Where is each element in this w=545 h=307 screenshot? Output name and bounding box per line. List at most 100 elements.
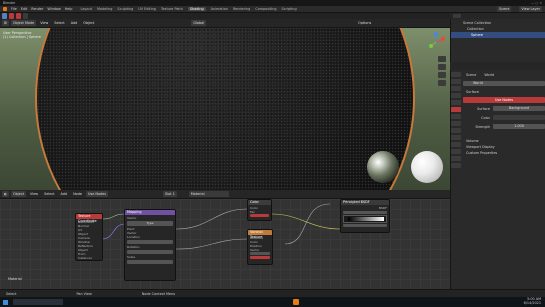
surface-panel-header[interactable]: Surface <box>463 89 545 95</box>
strength-field[interactable]: 1.000 <box>493 124 545 129</box>
modifier-tab-icon[interactable] <box>451 121 461 126</box>
menu-file[interactable]: File <box>11 7 17 11</box>
pan-icon[interactable] <box>438 64 446 70</box>
view-layer-field[interactable]: View Layer <box>519 6 542 12</box>
node-mapping[interactable]: Mapping Vector Type Point Vector Locatio… <box>124 209 176 281</box>
data-tab-icon[interactable] <box>451 149 461 154</box>
particles-tab-icon[interactable] <box>451 128 461 133</box>
outliner-editor-type-icon[interactable] <box>453 13 461 18</box>
node-field[interactable] <box>250 214 269 217</box>
tab-uv-editing[interactable]: UV Editing <box>138 7 156 11</box>
node-field[interactable] <box>250 252 270 255</box>
view-menu[interactable]: View <box>38 20 50 26</box>
start-icon[interactable] <box>3 299 8 305</box>
status-select: Select <box>6 291 17 296</box>
view-layer-tab-icon[interactable] <box>451 93 461 98</box>
surface-shader-field[interactable]: Background <box>493 106 545 111</box>
node-field[interactable]: Type <box>127 221 173 226</box>
editor-type-icon[interactable]: ⊞ <box>2 20 9 26</box>
object-tab-icon[interactable] <box>451 114 461 119</box>
blender-taskbar-icon[interactable] <box>293 299 299 305</box>
scene-tab-icon[interactable] <box>451 100 461 105</box>
physics-tab-icon[interactable] <box>451 135 461 140</box>
taskbar-clock: 5:00 AM 6/14/2021 <box>524 298 541 305</box>
texture-tab-icon[interactable] <box>451 163 461 168</box>
navigation-gizmo[interactable] <box>425 31 447 53</box>
material-dropdown[interactable]: Material <box>188 191 229 197</box>
tab-compositing[interactable]: Compositing <box>255 7 276 11</box>
node-principled-bsdf[interactable]: Principled BSDF BSDF <box>340 199 390 233</box>
tab-animation[interactable]: Animation <box>211 7 228 11</box>
node-select-menu[interactable]: Select <box>42 191 56 197</box>
zoom-icon[interactable] <box>438 56 446 62</box>
node-field[interactable] <box>127 240 173 244</box>
render-tab-icon[interactable] <box>451 79 461 84</box>
node-field[interactable] <box>127 260 173 264</box>
strength-row: Strength 1.000 <box>463 123 545 130</box>
node-node-menu[interactable]: Node <box>71 191 84 197</box>
menu-help[interactable]: Help <box>65 7 73 11</box>
node-editor-canvas[interactable]: Texture Coordinate Generated Normal UV O… <box>0 199 450 289</box>
slot-dropdown[interactable]: Slot 1 <box>163 191 177 197</box>
tool-tab-icon[interactable] <box>451 72 461 77</box>
node-socket[interactable]: BSDF <box>343 206 387 210</box>
node-field[interactable] <box>250 256 270 259</box>
world-tab-icon[interactable] <box>451 107 461 112</box>
outliner-sphere[interactable]: Sphere <box>451 32 545 38</box>
transform-orientation-dropdown[interactable]: Global <box>191 20 207 26</box>
tab-scripting[interactable]: Scripting <box>282 7 297 11</box>
window-controls[interactable]: — ▢ ✕ <box>531 1 542 5</box>
tab-rendering[interactable]: Rendering <box>233 7 250 11</box>
node-voronoi-texture[interactable]: Voronoi Texture Distance Color Position … <box>247 229 273 265</box>
tab-modeling[interactable]: Modeling <box>97 7 112 11</box>
object-menu[interactable]: Object <box>81 20 96 26</box>
add-menu[interactable]: Add <box>69 20 80 26</box>
node-color[interactable]: Color Color Fac <box>247 199 272 221</box>
menu-render[interactable]: Render <box>31 7 43 11</box>
sphere-object[interactable] <box>35 28 415 190</box>
node-socket[interactable]: Location <box>127 235 173 239</box>
tab-shading[interactable]: Shading <box>187 7 206 11</box>
3d-viewport[interactable] <box>0 28 450 190</box>
node-socket[interactable]: Rotation <box>127 245 173 249</box>
camera-icon[interactable] <box>438 72 446 78</box>
status-bar: Select Pan View Node Context Menu <box>0 289 545 297</box>
menu-edit[interactable]: Edit <box>21 7 28 11</box>
node-tree-label: Material <box>8 277 22 281</box>
node-field[interactable] <box>127 250 173 254</box>
node-socket[interactable]: From Instancer <box>78 252 100 260</box>
options-dropdown[interactable]: Options <box>356 20 373 26</box>
node-field[interactable] <box>343 224 387 227</box>
color-ramp-preview[interactable] <box>343 215 387 223</box>
constraints-tab-icon[interactable] <box>451 142 461 147</box>
node-editor-type-icon[interactable]: ◐ <box>2 191 9 197</box>
ortho-icon[interactable] <box>438 80 446 86</box>
object-mode-dropdown[interactable]: Object Mode <box>10 20 37 26</box>
hdri-preview-diffuse-ball <box>411 151 443 183</box>
tab-layout[interactable]: Layout <box>80 7 92 11</box>
scene-field[interactable]: Scene <box>497 6 512 12</box>
node-field[interactable] <box>343 211 387 214</box>
world-name-field[interactable]: World <box>463 81 545 86</box>
taskbar-search[interactable] <box>13 299 63 305</box>
window-title: Blender <box>3 1 16 5</box>
material-tab-icon[interactable] <box>451 156 461 161</box>
select-menu[interactable]: Select <box>52 20 66 26</box>
tab-sculpting[interactable]: Sculpting <box>117 7 133 11</box>
use-nodes-button[interactable]: Use Nodes <box>463 97 545 103</box>
scene-selector[interactable]: Scene View Layer <box>495 6 545 12</box>
use-nodes-checkbox[interactable]: Use Nodes <box>85 191 108 197</box>
color-field[interactable] <box>493 115 545 120</box>
node-socket[interactable]: Vector <box>127 216 173 220</box>
properties-tabs <box>451 72 461 168</box>
node-add-menu[interactable]: Add <box>59 191 70 197</box>
node-texture-coordinate[interactable]: Texture Coordinate Generated Normal UV O… <box>75 213 103 261</box>
node-socket[interactable]: Scale <box>127 255 173 259</box>
custom-properties-panel-header[interactable]: Custom Properties <box>463 150 545 156</box>
node-object-dropdown[interactable]: Object <box>10 191 27 197</box>
tab-texture-paint[interactable]: Texture Paint <box>161 7 183 11</box>
output-tab-icon[interactable] <box>451 86 461 91</box>
blender-logo-icon[interactable] <box>3 7 7 11</box>
menu-window[interactable]: Window <box>47 7 60 11</box>
node-view-menu[interactable]: View <box>28 191 40 197</box>
